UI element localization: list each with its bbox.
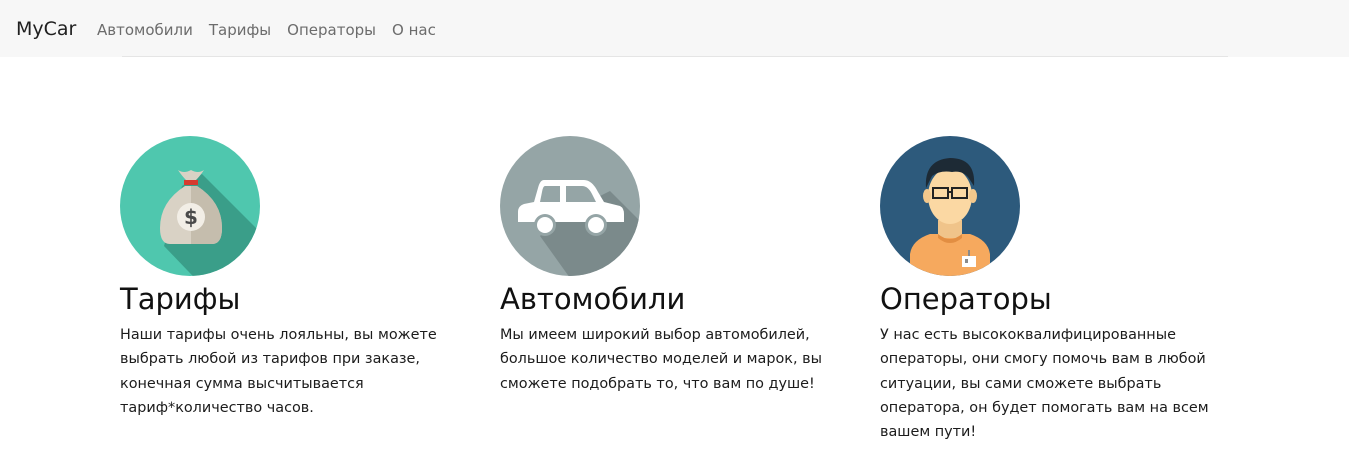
- feature-description: Мы имеем широкий выбор автомобилей, боль…: [500, 327, 822, 392]
- feature-description: Наши тарифы очень лояльны, вы можете выб…: [120, 327, 437, 416]
- brand-link[interactable]: MyCar: [16, 17, 76, 41]
- money-bag-icon: $: [120, 136, 260, 276]
- nav-link-operators[interactable]: Операторы: [287, 20, 376, 40]
- feature-card-tariffs: $ Тарифы Наши тарифы очень лояльны, вы м…: [120, 136, 450, 420]
- navbar: MyCar Автомобили Тарифы Операторы О нас: [0, 0, 1349, 57]
- nav-link-cars[interactable]: Автомобили: [97, 20, 193, 40]
- nav-menu: Автомобили Тарифы Операторы О нас: [97, 20, 436, 40]
- header-divider: [122, 56, 1228, 57]
- feature-title: Тарифы: [120, 282, 241, 316]
- feature-card-operators: Операторы У нас есть высококвалифицирова…: [880, 136, 1210, 444]
- feature-title: Операторы: [880, 282, 1052, 316]
- operator-avatar-icon: [880, 136, 1020, 276]
- feature-card-cars: Автомобили Мы имеем широкий выбор автомо…: [500, 136, 830, 396]
- feature-title: Автомобили: [500, 282, 686, 316]
- svg-text:$: $: [184, 205, 198, 229]
- nav-link-about[interactable]: О нас: [392, 20, 436, 40]
- car-icon: [500, 136, 640, 276]
- nav-link-tariffs[interactable]: Тарифы: [209, 20, 271, 40]
- feature-description: У нас есть высококвалифицированные опера…: [880, 327, 1209, 441]
